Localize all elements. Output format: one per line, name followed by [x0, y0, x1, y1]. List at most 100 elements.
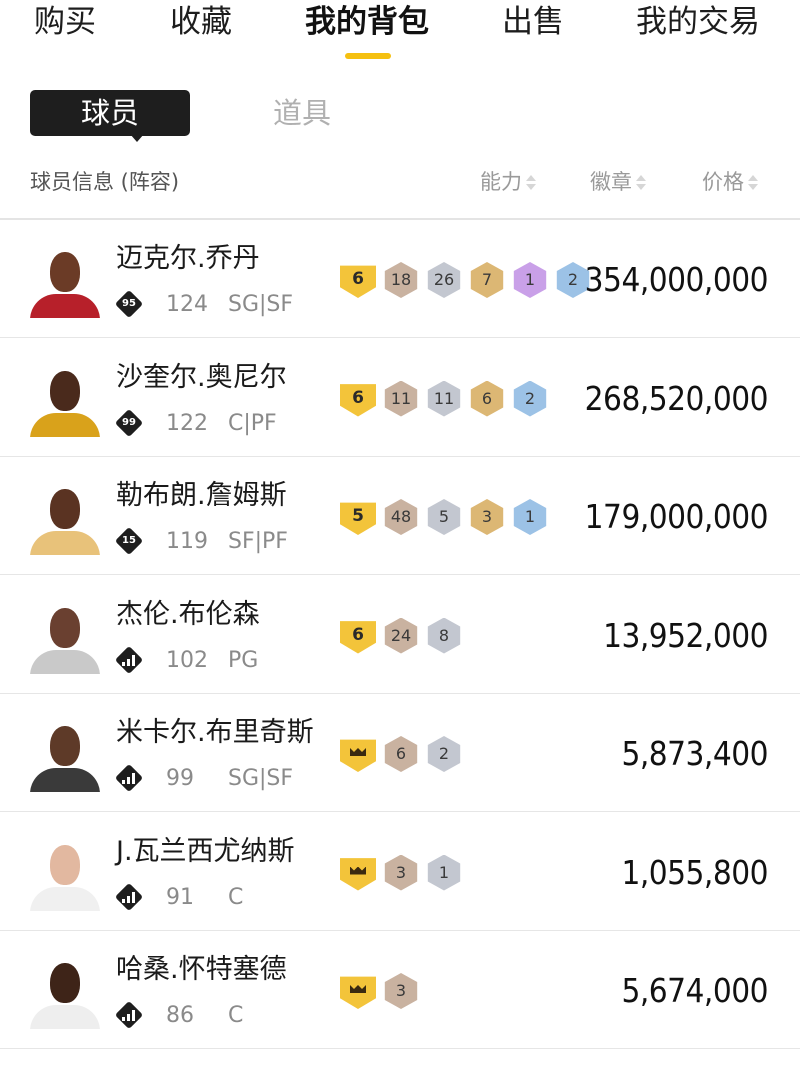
avatar-jersey	[30, 768, 100, 792]
rank-number: 15	[122, 535, 136, 546]
player-row[interactable]: 沙奎尔.奥尼尔 99 122 C|PF 6 11 11 6 2 268,520,000	[0, 339, 800, 457]
tab-favorites[interactable]: 收藏	[170, 2, 232, 42]
badge-bronze: 24	[384, 617, 418, 654]
crown-icon	[340, 739, 376, 772]
crown-shape	[350, 744, 366, 756]
player-avatar	[30, 722, 100, 792]
player-position: C|PF	[228, 410, 277, 436]
level-badge: 5	[340, 502, 376, 535]
player-price: 1,055,800	[621, 852, 768, 892]
column-header-price[interactable]: 价格	[702, 168, 758, 196]
player-row[interactable]: 米卡尔.布里奇斯 99 SG|SF 6 2 5,873,400	[0, 694, 800, 812]
badge-bronze: 3	[384, 854, 418, 891]
player-position: SG|SF	[228, 766, 294, 791]
avatar-head	[50, 607, 80, 648]
player-avatar	[30, 248, 100, 318]
player-name: 迈克尔.乔丹	[116, 243, 260, 274]
player-avatar	[30, 367, 100, 437]
badge-bronze: 3	[384, 973, 418, 1009]
player-name: 杰伦.布伦森	[116, 598, 260, 630]
badge-silver: 2	[427, 736, 461, 772]
avatar-jersey	[30, 531, 100, 555]
active-tab-indicator	[345, 53, 391, 59]
player-avatar	[30, 841, 100, 911]
avatar-jersey	[30, 649, 100, 674]
player-name: 哈桑.怀特塞德	[116, 954, 287, 985]
subtab-items[interactable]: 道具	[262, 90, 342, 136]
player-overall: 91	[166, 884, 194, 910]
avatar-jersey	[30, 1005, 100, 1029]
column-header-badge[interactable]: 徽章	[590, 168, 646, 196]
badge-purple: 1	[513, 262, 547, 298]
player-overall: 124	[166, 292, 208, 317]
sort-icon	[748, 175, 758, 191]
player-price: 354,000,000	[584, 260, 769, 299]
badge-silver: 1	[427, 854, 461, 891]
avatar-head	[50, 252, 80, 292]
level-badge: 6	[340, 265, 376, 298]
badge-silver: 11	[427, 380, 461, 417]
column-header-ability[interactable]: 能力	[480, 168, 536, 196]
player-position: C	[228, 884, 244, 910]
avatar-head	[50, 489, 80, 529]
crown-icon	[340, 976, 376, 1009]
player-price: 179,000,000	[584, 497, 769, 536]
badge-blue: 2	[513, 380, 547, 417]
avatar-head	[50, 726, 80, 766]
tab-my-backpack[interactable]: 我的背包	[305, 2, 429, 42]
crown-icon	[340, 858, 376, 891]
player-row[interactable]: J.瓦兰西尤纳斯 91 C 3 1 1,055,800	[0, 813, 800, 931]
player-position: PG	[228, 647, 259, 673]
badge-gold: 7	[470, 262, 504, 298]
badge-bronze: 18	[384, 262, 418, 298]
badge-blue: 1	[513, 499, 547, 535]
avatar-jersey	[30, 886, 100, 911]
player-overall: 99	[166, 766, 194, 791]
signal-bars-icon	[122, 654, 136, 666]
badge-bronze: 6	[384, 736, 418, 772]
column-header-badge-label: 徽章	[590, 170, 632, 194]
player-row[interactable]: 勒布朗.詹姆斯 15 119 SF|PF 5 48 5 3 1 179,000,000	[0, 457, 800, 575]
player-row[interactable]: 杰伦.布伦森 102 PG 6 24 8 13,952,000	[0, 576, 800, 694]
top-nav: 购买 收藏 我的背包 出售 我的交易	[0, 0, 800, 70]
player-overall: 86	[166, 1003, 194, 1028]
column-header-ability-label: 能力	[480, 170, 522, 194]
player-row[interactable]: 迈克尔.乔丹 95 124 SG|SF 6 18 26 7 1 2 354,000,000	[0, 220, 800, 338]
avatar-jersey	[30, 294, 100, 318]
tab-sell[interactable]: 出售	[502, 2, 564, 42]
tab-my-trades[interactable]: 我的交易	[636, 2, 760, 42]
player-overall: 122	[166, 410, 208, 436]
level-badge: 6	[340, 621, 376, 654]
player-position: SF|PF	[228, 529, 288, 554]
player-overall: 119	[166, 529, 208, 554]
player-row[interactable]: 哈桑.怀特塞德 86 C 3 5,674,000	[0, 931, 800, 1049]
player-position: C	[228, 1003, 244, 1028]
avatar-jersey	[30, 412, 100, 437]
avatar-head	[50, 844, 80, 885]
player-name: 勒布朗.詹姆斯	[116, 480, 287, 511]
column-header-info: 球员信息 (阵容)	[30, 170, 180, 194]
sort-icon	[526, 175, 536, 191]
player-price: 5,873,400	[621, 734, 768, 773]
tab-buy[interactable]: 购买	[34, 2, 96, 42]
player-name: 米卡尔.布里奇斯	[116, 717, 314, 748]
player-name: J.瓦兰西尤纳斯	[116, 835, 295, 867]
player-position: SG|SF	[228, 292, 294, 317]
player-price: 5,674,000	[621, 971, 768, 1010]
player-name: 沙奎尔.奥尼尔	[116, 361, 287, 393]
rank-number: 99	[122, 416, 136, 428]
player-price: 13,952,000	[603, 615, 768, 655]
column-header-price-label: 价格	[702, 170, 744, 194]
player-overall: 102	[166, 647, 208, 673]
badge-gold: 6	[470, 380, 504, 417]
badge-bronze: 48	[384, 499, 418, 535]
player-avatar	[30, 485, 100, 555]
badge-silver: 26	[427, 262, 461, 298]
badge-silver: 5	[427, 499, 461, 535]
player-price: 268,520,000	[584, 378, 769, 418]
subtab-players[interactable]: 球员	[30, 90, 190, 142]
signal-bars-icon	[122, 891, 136, 903]
signal-bars-icon	[122, 1010, 136, 1021]
subtab-players-label: 球员	[80, 96, 139, 130]
avatar-head	[50, 963, 80, 1003]
